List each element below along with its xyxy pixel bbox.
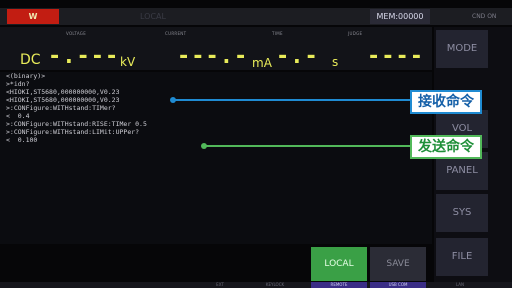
dc-label: DC: [20, 52, 41, 68]
terminal-line: <HIOKI,ST5680,000000000,V0.23: [6, 96, 120, 104]
time-value: -.-: [276, 44, 319, 69]
current-label: CURRENT: [165, 31, 187, 36]
footer-usb: USB COM: [370, 282, 426, 288]
voltage-value: -.---: [48, 44, 120, 69]
sys-button[interactable]: SYS: [436, 194, 488, 232]
voltage-unit: kV: [120, 55, 136, 69]
local-indicator: LOCAL: [140, 12, 166, 21]
terminal-line: >:CONFigure:WITHstand:RISE:TIMer 0.5: [6, 120, 147, 128]
terminal-line: <(binary)>: [6, 72, 46, 80]
send-leader-line: [206, 145, 412, 147]
mode-button[interactable]: MODE: [436, 30, 488, 68]
send-command-label: 发送命令: [410, 135, 482, 159]
receive-command-label: 接收命令: [410, 90, 482, 114]
status-bar: [0, 8, 512, 25]
receive-leader-line: [175, 99, 412, 101]
terminal-line: < 0.100: [6, 136, 38, 144]
judge-label: JUDGE: [348, 31, 363, 36]
terminal-line: >:CONFigure:WITHstand:TIMer?: [6, 104, 116, 112]
terminal-line: >:CONFigure:WITHstand:LIMit:UPPer?: [6, 128, 140, 136]
mode-indicator: CND ON: [472, 13, 497, 20]
memory-indicator: MEM:00000: [370, 9, 430, 24]
footer-ext: EXT: [216, 282, 224, 287]
time-label: TIME: [272, 31, 283, 36]
warning-indicator: W: [7, 9, 59, 24]
footer-lan: LAN: [455, 282, 465, 287]
instrument-screen: W LOCAL MEM:00000 CND ON VOLTAGE CURRENT…: [0, 0, 512, 288]
terminal-line: >*idn?: [6, 80, 30, 88]
time-unit: s: [332, 55, 339, 69]
judge-value: ----: [367, 44, 424, 69]
file-button[interactable]: FILE: [436, 238, 488, 276]
terminal-line: < 0.4: [6, 112, 30, 120]
save-button[interactable]: SAVE: [370, 247, 426, 281]
terminal-line: <HIOKI,ST5680,000000000,V0.23: [6, 88, 120, 96]
footer-remote: REMOTE: [311, 282, 367, 288]
current-unit: mA: [252, 56, 272, 70]
communication-monitor: <(binary)> >*idn? <HIOKI,ST5680,00000000…: [0, 72, 432, 244]
local-button[interactable]: LOCAL: [311, 247, 367, 281]
voltage-label: VOLTAGE: [66, 31, 87, 36]
current-value: ---.-: [177, 44, 249, 69]
footer-keylock: KEYLOCK: [265, 282, 285, 287]
